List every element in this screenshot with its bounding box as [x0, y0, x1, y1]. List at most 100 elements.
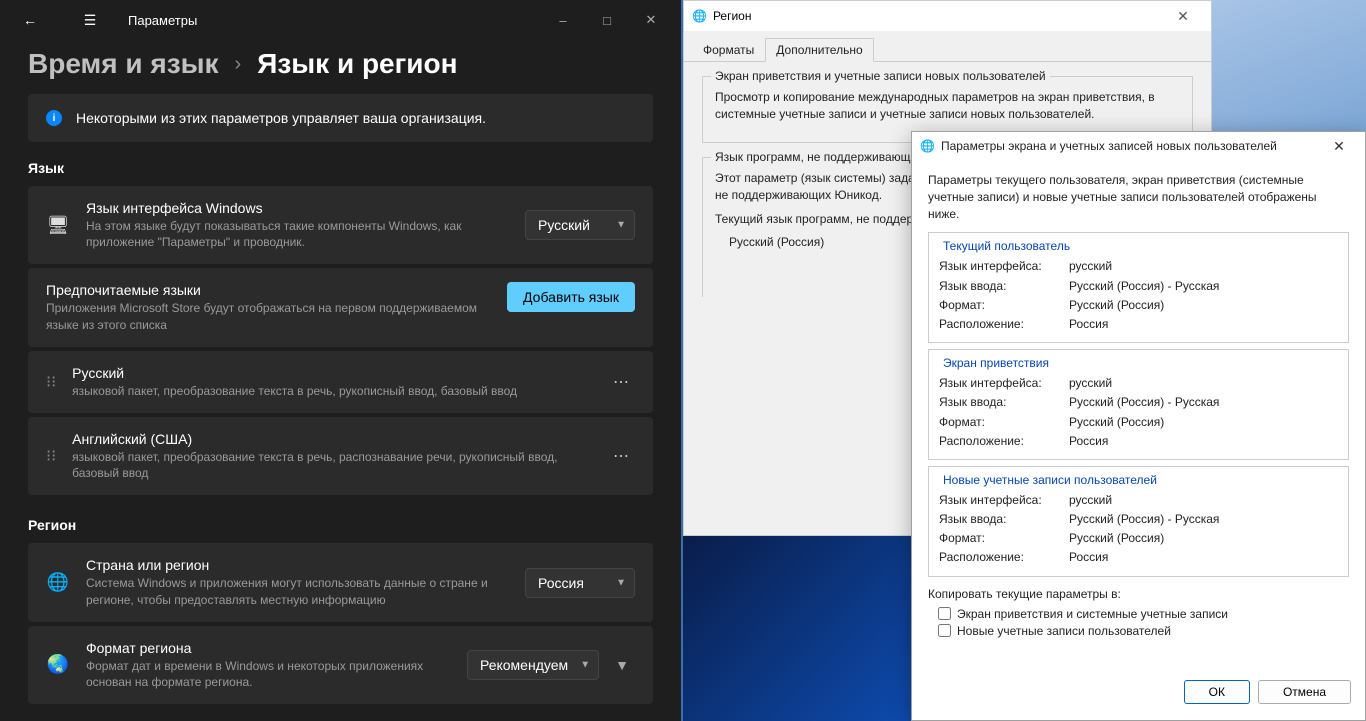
windows-display-language-value: Русский — [538, 217, 590, 233]
breadcrumb-parent[interactable]: Время и язык — [28, 48, 219, 80]
country-region-card: 🌐 Страна или регион Система Windows и пр… — [28, 543, 653, 621]
window-title: Параметры — [128, 13, 525, 28]
drag-handle-icon[interactable]: ⁝⁝ — [46, 372, 56, 392]
globe-grid-icon: 🌏 — [46, 654, 70, 675]
close-button[interactable]: ✕ — [629, 4, 673, 36]
group-welcome-screen: Экран приветствия Язык интерфейса:русски… — [928, 349, 1349, 460]
region-format-card[interactable]: 🌏 Формат региона Формат дат и времени в … — [28, 626, 653, 704]
group-new-users: Новые учетные записи пользователей Язык … — [928, 466, 1349, 577]
drag-handle-icon[interactable]: ⁝⁝ — [46, 446, 56, 466]
windows-display-language-select[interactable]: Русский ▼ — [525, 210, 635, 240]
more-options-button[interactable]: ⋯ — [609, 442, 635, 470]
value-ui-lang: русский — [1069, 257, 1112, 276]
country-region-title: Страна или регион — [86, 557, 509, 573]
maximize-button[interactable]: □ — [585, 4, 629, 36]
language-name: Английский (США) — [72, 431, 593, 447]
region-format-sub: Формат дат и времени в Windows и некотор… — [86, 658, 451, 690]
breadcrumb-current: Язык и регион — [257, 48, 457, 80]
label-input-lang: Язык ввода: — [939, 393, 1069, 412]
label-ui-lang: Язык интерфейса: — [939, 257, 1069, 276]
checkbox-new-users-label: Новые учетные записи пользователей — [957, 624, 1171, 638]
breadcrumb: Время и язык › Язык и регион — [0, 40, 681, 94]
tab-formats[interactable]: Форматы — [692, 38, 765, 62]
value-location: Россия — [1069, 315, 1108, 334]
preferred-languages-sub: Приложения Microsoft Store будут отображ… — [46, 300, 491, 332]
close-button[interactable]: ✕ — [1163, 8, 1203, 25]
chevron-down-icon: ▼ — [616, 220, 626, 231]
group-current-user: Текущий пользователь Язык интерфейса:рус… — [928, 232, 1349, 343]
dialog-title: Параметры экрана и учетных записей новых… — [941, 139, 1315, 153]
welcome-screen-legend: Экран приветствия и учетные записи новых… — [711, 69, 1050, 83]
label-location: Расположение: — [939, 315, 1069, 334]
label-format: Формат: — [939, 413, 1069, 432]
org-managed-banner: i Некоторыми из этих параметров управляе… — [28, 94, 653, 142]
group-newusers-legend: Новые учетные записи пользователей — [939, 473, 1161, 487]
label-location: Расположение: — [939, 432, 1069, 451]
value-input-lang: Русский (Россия) - Русская — [1069, 510, 1219, 529]
value-ui-lang: русский — [1069, 374, 1112, 393]
cancel-button[interactable]: Отмена — [1258, 680, 1351, 704]
label-input-lang: Язык ввода: — [939, 510, 1069, 529]
preferred-languages-title: Предпочитаемые языки — [46, 282, 491, 298]
windows-display-language-sub: На этом языке будут показываться такие к… — [86, 218, 509, 250]
welcome-screen-text: Просмотр и копирование международных пар… — [715, 89, 1180, 124]
country-region-select[interactable]: Россия ▼ — [525, 568, 635, 598]
country-region-value: Россия — [538, 575, 584, 591]
menu-button[interactable]: ☰ — [68, 4, 112, 36]
country-region-sub: Система Windows и приложения могут испол… — [86, 575, 509, 607]
globe-icon: 🌐 — [920, 139, 935, 153]
checkbox-welcome-screen[interactable]: Экран приветствия и системные учетные за… — [928, 607, 1349, 621]
expand-chevron-icon[interactable]: ▼ — [609, 657, 635, 673]
group-welcome-legend: Экран приветствия — [939, 356, 1053, 370]
label-ui-lang: Язык интерфейса: — [939, 374, 1069, 393]
value-input-lang: Русский (Россия) - Русская — [1069, 277, 1219, 296]
checkbox-new-users[interactable]: Новые учетные записи пользователей — [928, 624, 1349, 638]
value-format: Русский (Россия) — [1069, 529, 1164, 548]
region-title-bar: 🌐 Регион ✕ — [684, 1, 1211, 31]
label-format: Формат: — [939, 529, 1069, 548]
checkbox-welcome-screen-label: Экран приветствия и системные учетные за… — [957, 607, 1228, 621]
value-location: Россия — [1069, 548, 1108, 567]
region-format-select[interactable]: Рекомендуем ▼ — [467, 650, 599, 680]
minimize-button[interactable]: – — [541, 4, 585, 36]
label-ui-lang: Язык интерфейса: — [939, 491, 1069, 510]
desktop-background-top — [1212, 0, 1366, 131]
ok-button[interactable]: ОК — [1184, 680, 1250, 704]
monitor-icon: 🖥 — [46, 215, 70, 236]
value-location: Россия — [1069, 432, 1108, 451]
value-ui-lang: русский — [1069, 491, 1112, 510]
copy-settings-label: Копировать текущие параметры в: — [928, 587, 1349, 601]
welcome-accounts-dialog: 🌐 Параметры экрана и учетных записей нов… — [911, 131, 1366, 721]
chevron-down-icon: ▼ — [580, 659, 590, 670]
value-format: Русский (Россия) — [1069, 296, 1164, 315]
more-options-button[interactable]: ⋯ — [609, 368, 635, 396]
chevron-down-icon: ▼ — [616, 577, 626, 588]
windows-display-language-title: Язык интерфейса Windows — [86, 200, 509, 216]
region-window-title: Регион — [713, 9, 752, 23]
preferred-languages-card: Предпочитаемые языки Приложения Microsof… — [28, 268, 653, 346]
info-icon: i — [46, 110, 62, 126]
settings-title-bar: ← ☰ Параметры – □ ✕ — [0, 0, 681, 40]
close-button[interactable]: ✕ — [1321, 138, 1357, 155]
globe-icon: 🌐 — [692, 9, 707, 23]
label-format: Формат: — [939, 296, 1069, 315]
language-item-english-us[interactable]: ⁝⁝ Английский (США) языковой пакет, прео… — [28, 417, 653, 495]
language-name: Русский — [72, 365, 593, 381]
value-input-lang: Русский (Россия) - Русская — [1069, 393, 1219, 412]
globe-icon: 🌐 — [46, 572, 70, 593]
back-button[interactable]: ← — [8, 4, 52, 36]
language-features: языковой пакет, преобразование текста в … — [72, 449, 593, 481]
windows-display-language-card: 🖥 Язык интерфейса Windows На этом языке … — [28, 186, 653, 264]
dialog-intro: Параметры текущего пользователя, экран п… — [928, 172, 1349, 222]
label-location: Расположение: — [939, 548, 1069, 567]
settings-window: ← ☰ Параметры – □ ✕ Время и язык › Язык … — [0, 0, 681, 721]
tab-additional[interactable]: Дополнительно — [765, 38, 873, 62]
banner-text: Некоторыми из этих параметров управляет … — [76, 110, 486, 126]
section-region-header: Регион — [28, 517, 653, 533]
checkbox-new-users-input[interactable] — [938, 624, 951, 637]
language-item-russian[interactable]: ⁝⁝ Русский языковой пакет, преобразовани… — [28, 351, 653, 413]
add-language-button[interactable]: Добавить язык — [507, 282, 635, 312]
checkbox-welcome-screen-input[interactable] — [938, 607, 951, 620]
label-input-lang: Язык ввода: — [939, 277, 1069, 296]
section-language-header: Язык — [28, 160, 653, 176]
